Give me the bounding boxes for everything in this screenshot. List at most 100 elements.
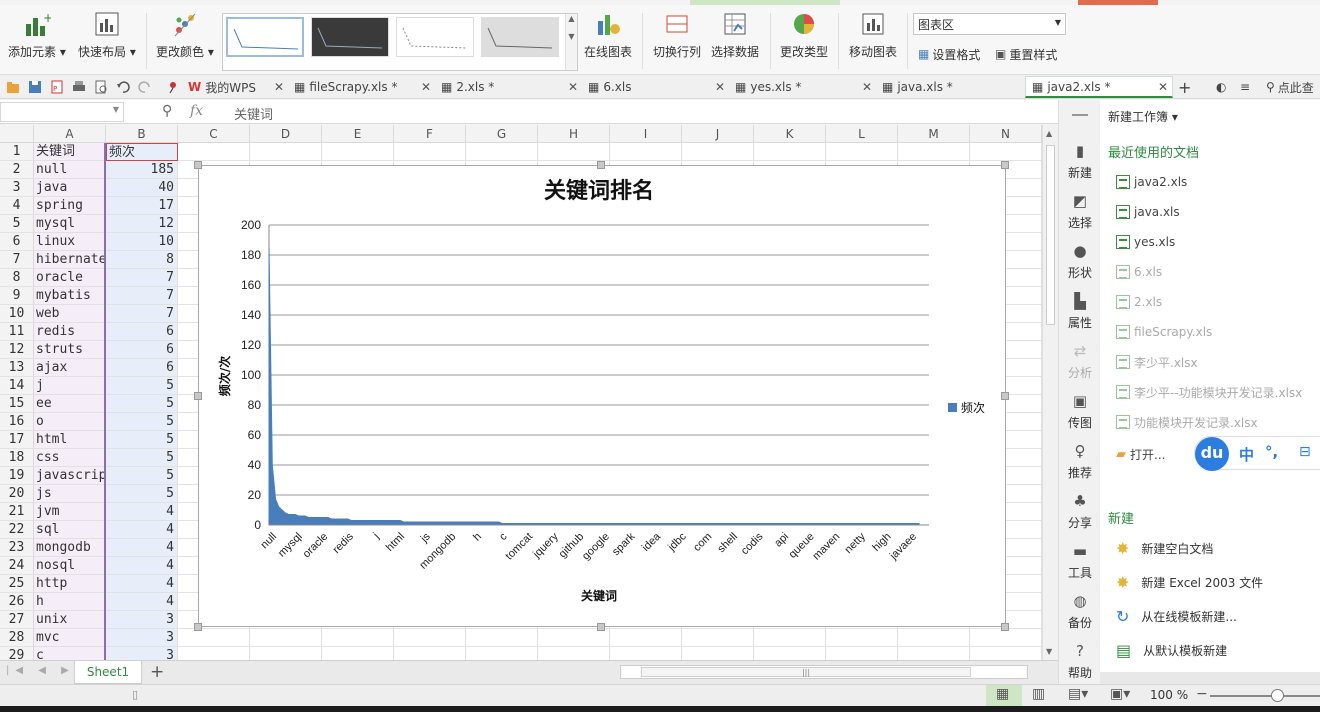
cell-b[interactable]: 4 <box>106 503 178 521</box>
area-chart[interactable]: 0 20 40 60 80 100 120 140 160 180 200 nullmysqlorac… <box>199 166 1005 626</box>
cell-b[interactable]: 5 <box>106 377 178 395</box>
ime-toolbar[interactable]: du 中 °, ⊟ <box>1194 436 1320 471</box>
row-header[interactable]: 26 <box>0 593 34 611</box>
cell-b[interactable]: 8 <box>106 251 178 269</box>
new-option-item[interactable]: ↻ 从在线模板新建... <box>1116 603 1237 629</box>
resize-handle[interactable] <box>1001 161 1009 169</box>
resize-handle[interactable] <box>194 392 202 400</box>
cell-b[interactable]: 5 <box>106 395 178 413</box>
chart-style-thumb-4[interactable] <box>481 17 559 57</box>
cell-a[interactable]: javascrip <box>34 467 106 485</box>
formula-input[interactable]: 关键词 <box>234 104 273 123</box>
sidebar-item-3[interactable]: ▙ 属性 <box>1059 288 1101 334</box>
pin-icon[interactable] <box>166 80 180 94</box>
cell-b[interactable]: 6 <box>106 359 178 377</box>
cell-b[interactable]: 4 <box>106 521 178 539</box>
resize-handle[interactable] <box>1001 623 1009 631</box>
cell-b[interactable]: 4 <box>106 557 178 575</box>
cell-a[interactable]: struts <box>34 341 106 359</box>
cell-a[interactable]: css <box>34 449 106 467</box>
new-tab-button[interactable]: + <box>1178 76 1194 98</box>
tab-search[interactable]: ⚲ 点此查 <box>1266 76 1320 98</box>
print-icon[interactable] <box>72 80 86 94</box>
column-header-a[interactable]: A <box>34 125 106 143</box>
recent-doc-item[interactable]: 6.xls <box>1116 262 1162 282</box>
new-option-item[interactable]: ✸ 新建空白文档 <box>1116 535 1213 561</box>
cell-a[interactable]: o <box>34 413 106 431</box>
open-file-button[interactable]: ▰ 打开... <box>1116 444 1165 464</box>
row-header[interactable]: 7 <box>0 251 34 269</box>
cell-a[interactable]: j <box>34 377 106 395</box>
column-header-n[interactable]: N <box>970 125 1042 143</box>
cell-b[interactable]: 12 <box>106 215 178 233</box>
cell-b[interactable]: 40 <box>106 179 178 197</box>
cell-a[interactable]: mysql <box>34 215 106 233</box>
row-header[interactable]: 20 <box>0 485 34 503</box>
resize-handle[interactable] <box>194 623 202 631</box>
tab-java2xls[interactable]: ▦ java2.xls * ✕ <box>1025 76 1173 98</box>
cell-b[interactable]: 6 <box>106 341 178 359</box>
tab-yesxls[interactable]: ✕ ▦ yes.xls * <box>713 76 859 98</box>
sidebar-item-8[interactable]: ▬ 工具 <box>1059 538 1101 584</box>
sidebar-item-4[interactable]: ⇄ 分析 <box>1059 338 1101 384</box>
chart-style-gallery[interactable]: ▲ ▼ <box>222 13 578 71</box>
cell-b[interactable]: 3 <box>106 611 178 629</box>
quick-layout-button[interactable]: 快速布局 ▾ <box>78 9 136 69</box>
row-header[interactable]: 5 <box>0 215 34 233</box>
sidebar-item-7[interactable]: ♣ 分享 <box>1059 488 1101 534</box>
chart-style-thumb-3[interactable] <box>396 17 474 57</box>
cell-a[interactable]: jvm <box>34 503 106 521</box>
hscroll-thumb[interactable]: ||| <box>641 667 971 677</box>
cell-b[interactable]: 3 <box>106 629 178 647</box>
row-header[interactable]: 11 <box>0 323 34 341</box>
cell-a[interactable]: h <box>34 593 106 611</box>
row-header[interactable]: 22 <box>0 521 34 539</box>
column-header-d[interactable]: D <box>250 125 322 143</box>
cell-b[interactable]: 5 <box>106 449 178 467</box>
sheet-tab-sheet1[interactable]: Sheet1 <box>74 661 142 684</box>
zoom-level[interactable]: 100 % <box>1150 688 1188 702</box>
cell-a[interactable]: redis <box>34 323 106 341</box>
row-header[interactable]: 4 <box>0 197 34 215</box>
cell-b[interactable]: 频次 <box>106 143 178 161</box>
export-pdf-icon[interactable]: P <box>50 80 64 94</box>
scroll-down-icon[interactable]: ▼ <box>1046 647 1052 656</box>
tab-my-wps[interactable]: W 我的WPS <box>188 76 270 98</box>
cell-b[interactable]: 5 <box>106 485 178 503</box>
cell-b[interactable]: 6 <box>106 323 178 341</box>
vertical-scrollbar[interactable]: ▲ ▼ <box>1042 125 1058 660</box>
sidebar-item-6[interactable]: ♀ 推荐 <box>1059 438 1101 484</box>
panel-collapse-bar[interactable] <box>1100 672 1320 684</box>
redo-icon[interactable] <box>138 80 152 94</box>
row-header[interactable]: 28 <box>0 629 34 647</box>
vscroll-thumb[interactable] <box>1046 145 1055 325</box>
add-element-button[interactable]: + 添加元素 ▾ <box>8 9 66 69</box>
row-header[interactable]: 16 <box>0 413 34 431</box>
panel-title-dropdown[interactable]: 新建工作簿 ▾ <box>1108 108 1178 125</box>
move-chart-button[interactable]: 移动图表 <box>849 9 897 69</box>
cell-b[interactable]: 5 <box>106 467 178 485</box>
row-header[interactable]: 25 <box>0 575 34 593</box>
fx-icon[interactable]: fx <box>190 103 203 119</box>
chart-style-thumb-1[interactable] <box>226 17 304 57</box>
column-header-h[interactable]: H <box>538 125 610 143</box>
tab-javaxls[interactable]: ✕ ▦ java.xls * <box>860 76 1006 98</box>
horizontal-scrollbar[interactable]: ||| <box>620 665 1028 679</box>
name-box[interactable]: ▼ <box>0 102 124 122</box>
sidebar-item-10[interactable]: ? 帮助 <box>1059 638 1101 684</box>
recent-doc-item[interactable]: 2.xls <box>1116 292 1162 312</box>
cell-a[interactable]: sql <box>34 521 106 539</box>
cell-a[interactable]: mvc <box>34 629 106 647</box>
tab-6xls[interactable]: ✕ ▦ 6.xls <box>566 76 712 98</box>
cell-a[interactable]: web <box>34 305 106 323</box>
cell-a[interactable]: java <box>34 179 106 197</box>
row-header[interactable]: 17 <box>0 431 34 449</box>
cell-a[interactable]: c <box>34 647 106 660</box>
select-data-button[interactable]: 选择数据 <box>711 9 759 69</box>
close-icon[interactable]: ✕ <box>274 80 284 94</box>
column-header-m[interactable]: M <box>898 125 970 143</box>
recent-doc-item[interactable]: 李少平.xlsx <box>1116 352 1198 372</box>
zoom-out-icon[interactable]: − <box>1196 686 1208 702</box>
normal-view-button[interactable]: ▦ <box>986 685 1022 706</box>
cell-b[interactable]: 185 <box>106 161 178 179</box>
